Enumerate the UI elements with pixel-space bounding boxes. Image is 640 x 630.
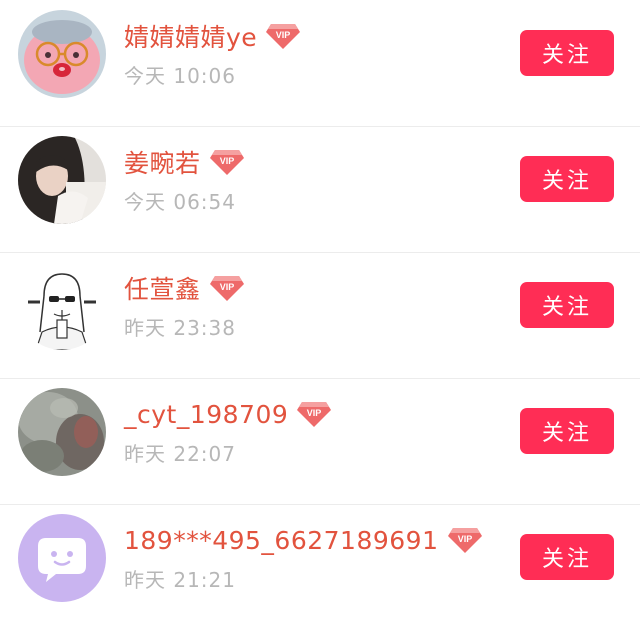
- vip-label: VIP: [276, 30, 291, 40]
- name-line: 婧婧婧婧ye VIP: [124, 18, 301, 54]
- pink-plush-toy-icon: [18, 10, 106, 98]
- chat-bubble-icon: [18, 514, 106, 602]
- name-line: _cyt_198709 VIP: [124, 396, 332, 432]
- time-label: 昨天 21:21: [124, 568, 236, 592]
- vip-label: VIP: [307, 408, 322, 418]
- name-line: 189***495_6627189691 VIP: [124, 522, 483, 558]
- blurry-photo-icon: [18, 388, 106, 476]
- list-item[interactable]: 任萱鑫 VIP 昨天 23:38 关注: [0, 252, 640, 378]
- follow-button[interactable]: 关注: [520, 30, 614, 76]
- vip-badge-icon: VIP: [209, 147, 245, 177]
- name-line: 任萱鑫 VIP: [124, 270, 245, 306]
- list-item[interactable]: 姜畹若 VIP 今天 06:54 关注: [0, 126, 640, 252]
- sunglasses-sketch-icon: [18, 262, 106, 350]
- list-item[interactable]: _cyt_198709 VIP 昨天 22:07 关注: [0, 378, 640, 504]
- name-line: 姜畹若 VIP: [124, 144, 245, 180]
- user-name[interactable]: _cyt_198709: [124, 400, 288, 429]
- time-label: 今天 06:54: [124, 190, 236, 214]
- avatar[interactable]: [18, 136, 106, 224]
- follow-button[interactable]: 关注: [520, 156, 614, 202]
- vip-label: VIP: [457, 534, 472, 544]
- time-label: 今天 10:06: [124, 64, 236, 88]
- user-name[interactable]: 婧婧婧婧ye: [124, 18, 257, 54]
- vip-label: VIP: [219, 156, 234, 166]
- time-label: 昨天 23:38: [124, 316, 236, 340]
- user-name[interactable]: 189***495_6627189691: [124, 526, 439, 555]
- girl-photo-icon: [18, 136, 106, 224]
- follow-button[interactable]: 关注: [520, 282, 614, 328]
- follow-button[interactable]: 关注: [520, 408, 614, 454]
- vip-badge-icon: VIP: [296, 399, 332, 429]
- avatar[interactable]: [18, 514, 106, 602]
- avatar[interactable]: [18, 10, 106, 98]
- avatar[interactable]: [18, 262, 106, 350]
- avatar[interactable]: [18, 388, 106, 476]
- vip-label: VIP: [219, 282, 234, 292]
- vip-badge-icon: VIP: [265, 21, 301, 51]
- time-label: 昨天 22:07: [124, 442, 236, 466]
- list-item[interactable]: 婧婧婧婧ye VIP 今天 10:06 关注: [0, 0, 640, 126]
- vip-badge-icon: VIP: [447, 525, 483, 555]
- vip-badge-icon: VIP: [209, 273, 245, 303]
- follower-list: 婧婧婧婧ye VIP 今天 10:06 关注 姜畹若 VIP 今天 06:54 …: [0, 0, 640, 617]
- user-name[interactable]: 任萱鑫: [124, 270, 201, 306]
- list-item[interactable]: 189***495_6627189691 VIP 昨天 21:21 关注: [0, 504, 640, 630]
- user-name[interactable]: 姜畹若: [124, 144, 201, 180]
- follow-button[interactable]: 关注: [520, 534, 614, 580]
